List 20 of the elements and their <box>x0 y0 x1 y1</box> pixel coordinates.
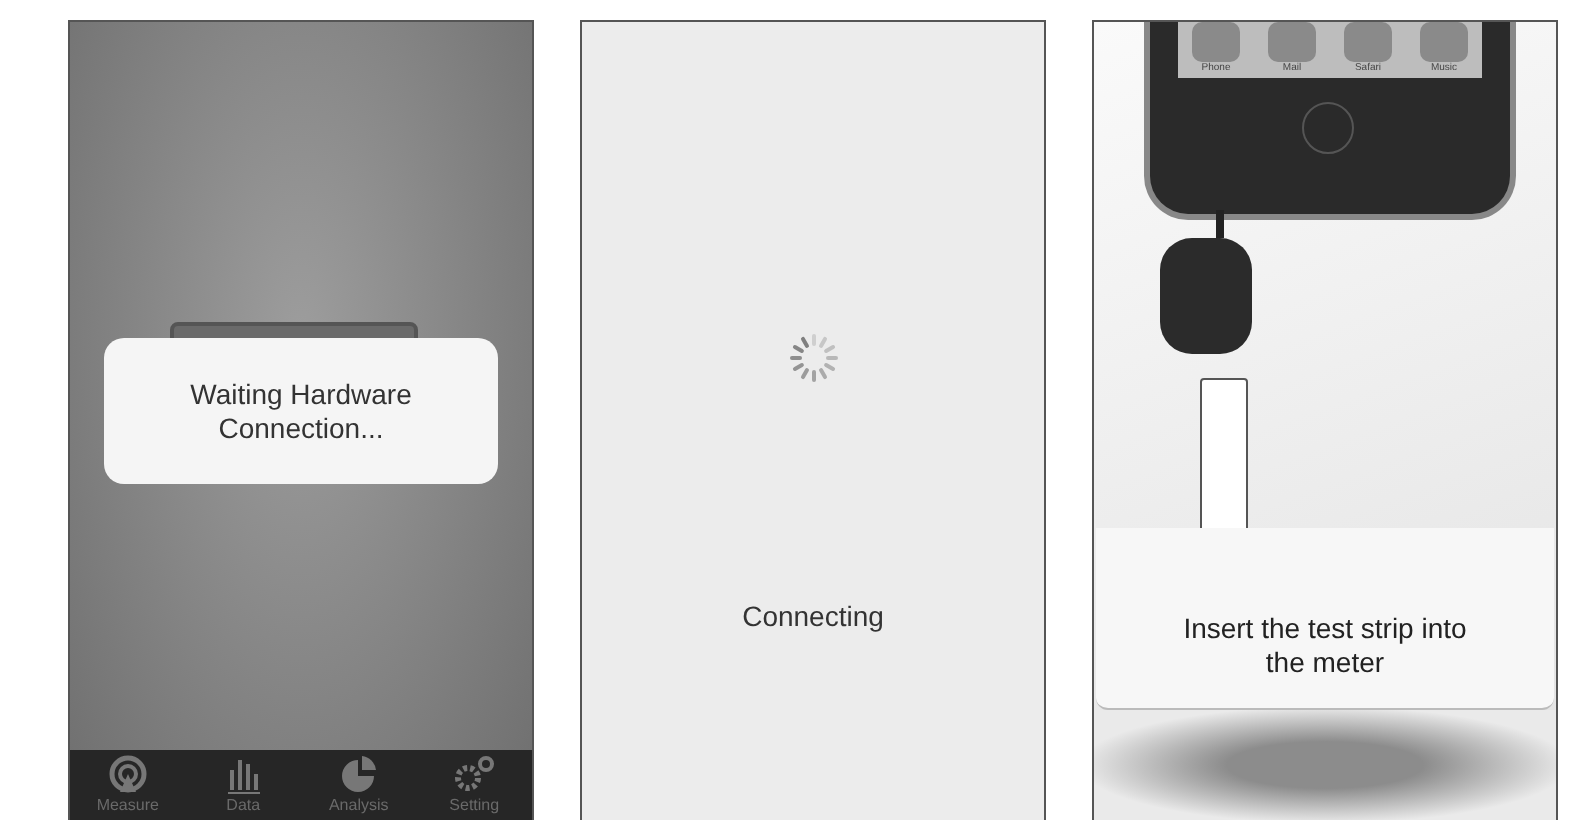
settings-icon <box>452 754 497 794</box>
meter-drawing <box>1160 238 1252 354</box>
pie-chart-icon <box>338 754 379 794</box>
tab-label[interactable]: Analysis <box>328 796 389 814</box>
tab-label[interactable]: Setting <box>449 796 500 814</box>
home-button-icon <box>1302 102 1354 154</box>
signal-icon <box>107 754 148 794</box>
instruction-text: Insert the test strip into <box>1183 612 1467 647</box>
loading-spinner-icon <box>787 332 839 384</box>
bar-chart-icon <box>223 754 264 794</box>
status-text: Connecting <box>742 600 884 632</box>
dialog-text: Connection... <box>218 411 384 445</box>
dialog-text: Waiting Hardware <box>190 377 412 411</box>
app-icon <box>1192 22 1240 62</box>
app-icon <box>1344 22 1392 62</box>
app-icon <box>1268 22 1316 62</box>
instruction-text: the meter <box>1265 646 1385 681</box>
tab-label[interactable]: Measure <box>96 796 159 814</box>
tab-label[interactable]: Data <box>226 796 261 814</box>
app-icon <box>1420 22 1468 62</box>
